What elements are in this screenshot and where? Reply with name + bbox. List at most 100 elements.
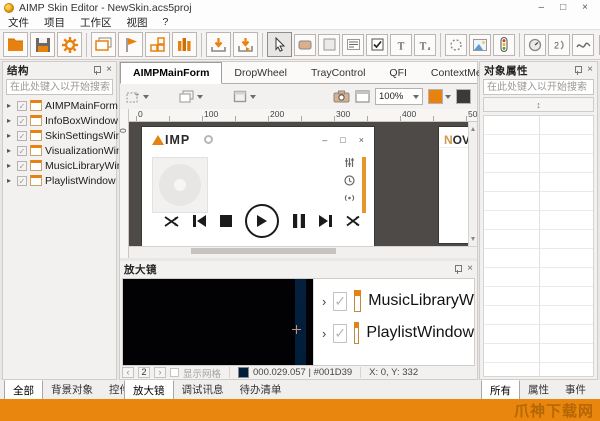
play-button[interactable] — [245, 204, 279, 238]
menu-project[interactable]: 项目 — [44, 15, 65, 30]
player-settings-gear-icon[interactable] — [204, 135, 213, 144]
settings-button[interactable] — [57, 32, 82, 57]
sort-icon[interactable]: ↕ — [536, 100, 541, 110]
page-previous-button[interactable]: ‹ — [122, 367, 134, 378]
expand-icon[interactable]: ▸ — [7, 161, 14, 170]
flag-button[interactable] — [118, 32, 143, 57]
dropdown-chevron-icon[interactable] — [197, 95, 203, 102]
tab-dropwheel[interactable]: DropWheel — [222, 63, 299, 83]
menu-workspace[interactable]: 工作区 — [80, 15, 112, 30]
show-grid-checkbox[interactable] — [170, 368, 179, 377]
visibility-checkbox[interactable]: ✓ — [17, 176, 27, 186]
design-canvas[interactable]: IMP – □ × — [129, 122, 477, 246]
dropdown-chevron-icon[interactable] — [250, 95, 256, 102]
tree-item-playlistwindow[interactable]: ▸ ✓ PlaylistWindow — [3, 173, 116, 188]
visibility-checkbox[interactable]: ✓ — [17, 131, 27, 141]
properties-grid[interactable] — [483, 115, 594, 377]
tree-item-skinsettingswindow[interactable]: ▸ ✓ SkinSettingsWindow — [3, 128, 116, 143]
tab-qfi[interactable]: QFI — [377, 63, 419, 83]
statistics-button[interactable] — [172, 32, 197, 57]
pin-icon[interactable] — [574, 66, 581, 75]
scrollbar-thumb[interactable] — [191, 248, 336, 254]
close-button[interactable]: × — [582, 0, 588, 15]
tab-properties[interactable]: 属性 — [520, 380, 557, 400]
expand-icon[interactable]: ▸ — [7, 131, 14, 140]
stop-icon[interactable] — [220, 215, 232, 227]
canvas-vertical-scrollbar[interactable] — [468, 122, 477, 246]
next-track-icon[interactable] — [318, 214, 333, 228]
properties-grid-header[interactable]: ↕ — [483, 97, 594, 112]
tab-traycontrol[interactable]: TrayControl — [299, 63, 377, 83]
canvas-horizontal-scrollbar[interactable] — [129, 246, 477, 255]
button-control-button[interactable] — [294, 34, 316, 56]
tab-debug-messages[interactable]: 调试讯息 — [174, 380, 232, 400]
components-button[interactable] — [145, 32, 170, 57]
create-window-tool[interactable] — [126, 90, 149, 103]
scroll-down-icon[interactable] — [471, 237, 475, 243]
gauge-control-button[interactable] — [524, 34, 546, 56]
canvas-color-select[interactable] — [428, 89, 451, 104]
sleep-timer-icon[interactable] — [344, 175, 355, 186]
visibility-checkbox[interactable]: ✓ — [17, 101, 27, 111]
shuffle-icon[interactable] — [164, 215, 179, 228]
expand-icon[interactable]: ▸ — [7, 116, 14, 125]
maximize-button[interactable]: □ — [560, 0, 566, 15]
import-button[interactable] — [206, 32, 231, 57]
properties-search-input[interactable]: 在此处键入以开始搜索 — [483, 79, 594, 95]
focus-control-button[interactable] — [445, 34, 467, 56]
page-next-button[interactable]: › — [154, 367, 166, 378]
repeat-icon[interactable] — [346, 215, 360, 227]
aimp-player-preview[interactable]: IMP – □ × — [142, 127, 374, 246]
windows-button[interactable] — [91, 32, 116, 57]
pause-icon[interactable] — [293, 214, 305, 228]
panel-close-icon[interactable]: × — [587, 65, 593, 75]
text-control-button[interactable]: T — [390, 34, 412, 56]
menu-help[interactable]: ? — [163, 16, 169, 28]
player-minimize-icon[interactable]: – — [322, 135, 327, 145]
equalizer-icon[interactable] — [344, 157, 355, 168]
volume-bar[interactable] — [362, 157, 366, 213]
cursor-tool-button[interactable] — [267, 32, 292, 57]
visibility-checkbox[interactable]: ✓ — [17, 116, 27, 126]
panel-control-button[interactable] — [318, 34, 340, 56]
tree-item-musiclibrarywindow[interactable]: ▸ ✓ MusicLibraryWindow — [3, 158, 116, 173]
tree-item-infoboxwindow[interactable]: ▸ ✓ InfoBoxWindow — [3, 113, 116, 128]
tab-background-objects[interactable]: 背景对象 — [43, 380, 101, 400]
clone-window-tool[interactable] — [179, 90, 203, 103]
text-style-control-button[interactable]: Ta — [414, 34, 436, 56]
select-window-tool[interactable] — [233, 90, 256, 103]
curve-control-button[interactable] — [572, 34, 594, 56]
second-skin-window-preview[interactable]: NOV — [439, 127, 471, 243]
panel-close-icon[interactable]: × — [106, 65, 112, 75]
menu-view[interactable]: 视图 — [127, 15, 148, 30]
previous-track-icon[interactable] — [192, 214, 207, 228]
visibility-checkbox[interactable]: ✓ — [17, 146, 27, 156]
pin-icon[interactable] — [93, 66, 100, 75]
save-button[interactable] — [30, 32, 55, 57]
dark-color-swatch[interactable] — [456, 89, 471, 104]
tree-item-visualizationwindow[interactable]: ▸ ✓ VisualizationWindow — [3, 143, 116, 158]
tab-aimpmainform[interactable]: AIMPMainForm — [120, 62, 222, 84]
preview-window-button[interactable] — [355, 90, 370, 103]
expand-icon[interactable]: ▸ — [7, 176, 14, 185]
expand-icon[interactable]: ▸ — [7, 101, 14, 110]
minimize-button[interactable]: – — [539, 0, 545, 15]
open-folder-button[interactable] — [3, 32, 28, 57]
checkbox-control-button[interactable] — [366, 34, 388, 56]
label-control-button[interactable] — [342, 34, 364, 56]
dropdown-chevron-icon[interactable] — [143, 95, 149, 102]
scroll-up-icon[interactable] — [471, 125, 475, 131]
player-maximize-icon[interactable]: □ — [340, 135, 345, 145]
tree-item-aimpmainform[interactable]: ▸ ✓ AIMPMainForm — [3, 98, 116, 113]
structure-search-input[interactable]: 在此处键入以开始搜索 — [6, 79, 113, 95]
image-control-button[interactable] — [469, 34, 491, 56]
zoom-level-select[interactable]: 100% — [375, 88, 423, 105]
expand-icon[interactable]: ▸ — [7, 146, 14, 155]
screenshot-button[interactable] — [333, 90, 350, 103]
accent-color-swatch[interactable] — [428, 89, 443, 104]
pin-icon[interactable] — [454, 265, 461, 274]
menu-file[interactable]: 文件 — [8, 15, 29, 30]
tab-todo-list[interactable]: 待办清单 — [232, 380, 290, 400]
slider-control-button[interactable] — [493, 34, 515, 56]
panel-close-icon[interactable]: × — [467, 264, 473, 274]
